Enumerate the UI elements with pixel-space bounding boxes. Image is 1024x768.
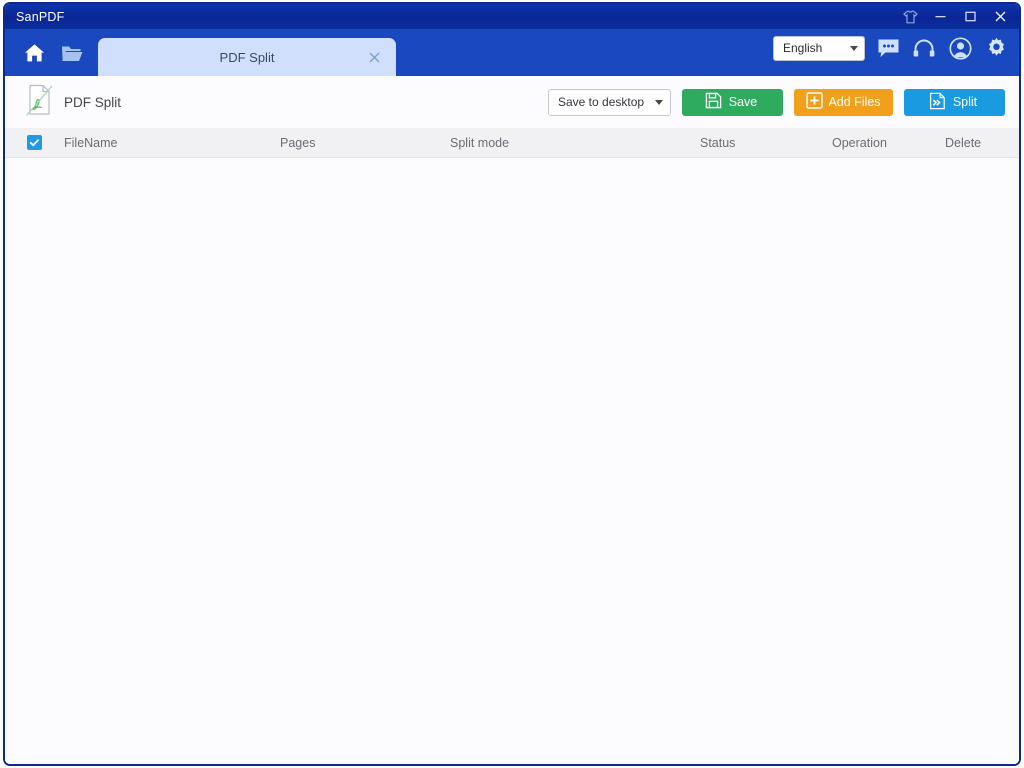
tab-close-icon[interactable] xyxy=(366,49,382,65)
file-table: FileName Pages Split mode Status Operati… xyxy=(5,128,1019,764)
split-button-label: Split xyxy=(953,95,977,109)
page-title: PDF Split xyxy=(64,95,121,110)
open-folder-icon[interactable] xyxy=(53,33,91,73)
save-button[interactable]: Save xyxy=(682,89,783,116)
tab-pdf-split[interactable]: PDF Split xyxy=(98,38,396,76)
column-header-split-mode[interactable]: Split mode xyxy=(450,136,700,150)
floppy-disk-icon xyxy=(705,92,722,112)
tab-label: PDF Split xyxy=(220,50,275,65)
table-body-empty[interactable] xyxy=(5,158,1019,764)
split-document-icon xyxy=(929,92,946,113)
minimize-icon[interactable] xyxy=(925,4,955,29)
chevron-down-icon xyxy=(850,46,858,51)
tab-strip: PDF Split English xyxy=(5,29,1019,76)
headphones-icon[interactable] xyxy=(911,35,937,61)
column-header-operation[interactable]: Operation xyxy=(832,136,945,150)
add-files-button[interactable]: Add Files xyxy=(794,89,893,116)
language-select-value: English xyxy=(783,41,850,55)
save-destination-select[interactable]: Save to desktop xyxy=(548,89,671,116)
chevron-down-icon xyxy=(655,100,663,105)
column-header-status[interactable]: Status xyxy=(700,136,832,150)
language-select[interactable]: English xyxy=(773,36,865,61)
app-title: SanPDF xyxy=(5,10,64,24)
action-buttons-group: Save to desktop Save xyxy=(548,89,1005,116)
split-button[interactable]: Split xyxy=(904,89,1005,116)
chat-bubble-icon[interactable] xyxy=(875,35,901,61)
action-bar: PDF Split Save to desktop Save xyxy=(5,76,1019,128)
window-controls xyxy=(895,4,1019,29)
toolbar-right-group: English xyxy=(773,35,1009,61)
table-header-row: FileName Pages Split mode Status Operati… xyxy=(5,128,1019,158)
app-window: SanPDF xyxy=(3,2,1021,766)
maximize-icon[interactable] xyxy=(955,4,985,29)
gear-icon[interactable] xyxy=(983,35,1009,61)
add-files-button-label: Add Files xyxy=(828,95,880,109)
theme-shirt-icon[interactable] xyxy=(895,4,925,29)
close-icon[interactable] xyxy=(985,4,1019,29)
column-header-pages[interactable]: Pages xyxy=(280,136,450,150)
column-header-delete[interactable]: Delete xyxy=(945,136,1005,150)
select-all-checkbox[interactable] xyxy=(27,135,42,150)
plus-square-icon xyxy=(806,92,823,112)
save-button-label: Save xyxy=(729,95,758,109)
user-avatar-icon[interactable] xyxy=(947,35,973,61)
page-title-group: PDF Split xyxy=(23,83,121,122)
home-icon[interactable] xyxy=(15,33,53,73)
column-header-filename[interactable]: FileName xyxy=(42,136,280,150)
save-destination-value: Save to desktop xyxy=(558,95,655,109)
title-bar: SanPDF xyxy=(5,4,1019,29)
pdf-split-document-icon xyxy=(23,83,54,122)
